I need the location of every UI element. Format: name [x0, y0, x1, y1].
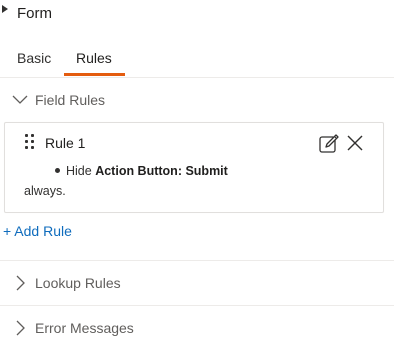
active-tab-indicator — [64, 73, 125, 76]
section-label: Lookup Rules — [35, 275, 121, 291]
rule-action-item: Hide Action Button: Submit — [55, 164, 228, 178]
rule-condition: always. — [24, 184, 66, 198]
section-lookup-rules[interactable]: Lookup Rules — [0, 260, 394, 305]
bullet-icon — [55, 168, 60, 174]
tab-bar: Basic Rules — [0, 45, 394, 78]
section-label: Error Messages — [35, 320, 134, 336]
section-field-rules[interactable]: Field Rules — [0, 78, 394, 122]
tab-basic[interactable]: Basic — [17, 50, 51, 66]
rule-target: Action Button: Submit — [95, 164, 228, 178]
chevron-right-icon — [16, 320, 25, 336]
caret-right-icon — [2, 5, 8, 13]
chevron-right-icon — [16, 275, 25, 291]
chevron-down-icon — [12, 95, 28, 104]
section-label: Field Rules — [35, 92, 106, 108]
form-title: Form — [17, 5, 52, 22]
rule-title: Rule 1 — [45, 135, 86, 151]
drag-handle-icon[interactable] — [25, 134, 35, 150]
rule-action: Hide — [66, 164, 92, 178]
add-rule-button[interactable]: + Add Rule — [3, 223, 72, 239]
close-icon[interactable] — [346, 134, 364, 152]
rule-card: Rule 1 Hide Action Button: Submit always… — [4, 122, 384, 213]
section-error-messages[interactable]: Error Messages — [0, 305, 394, 350]
edit-icon[interactable] — [318, 133, 340, 155]
tab-rules[interactable]: Rules — [76, 50, 112, 66]
form-header[interactable]: Form — [0, 0, 394, 30]
